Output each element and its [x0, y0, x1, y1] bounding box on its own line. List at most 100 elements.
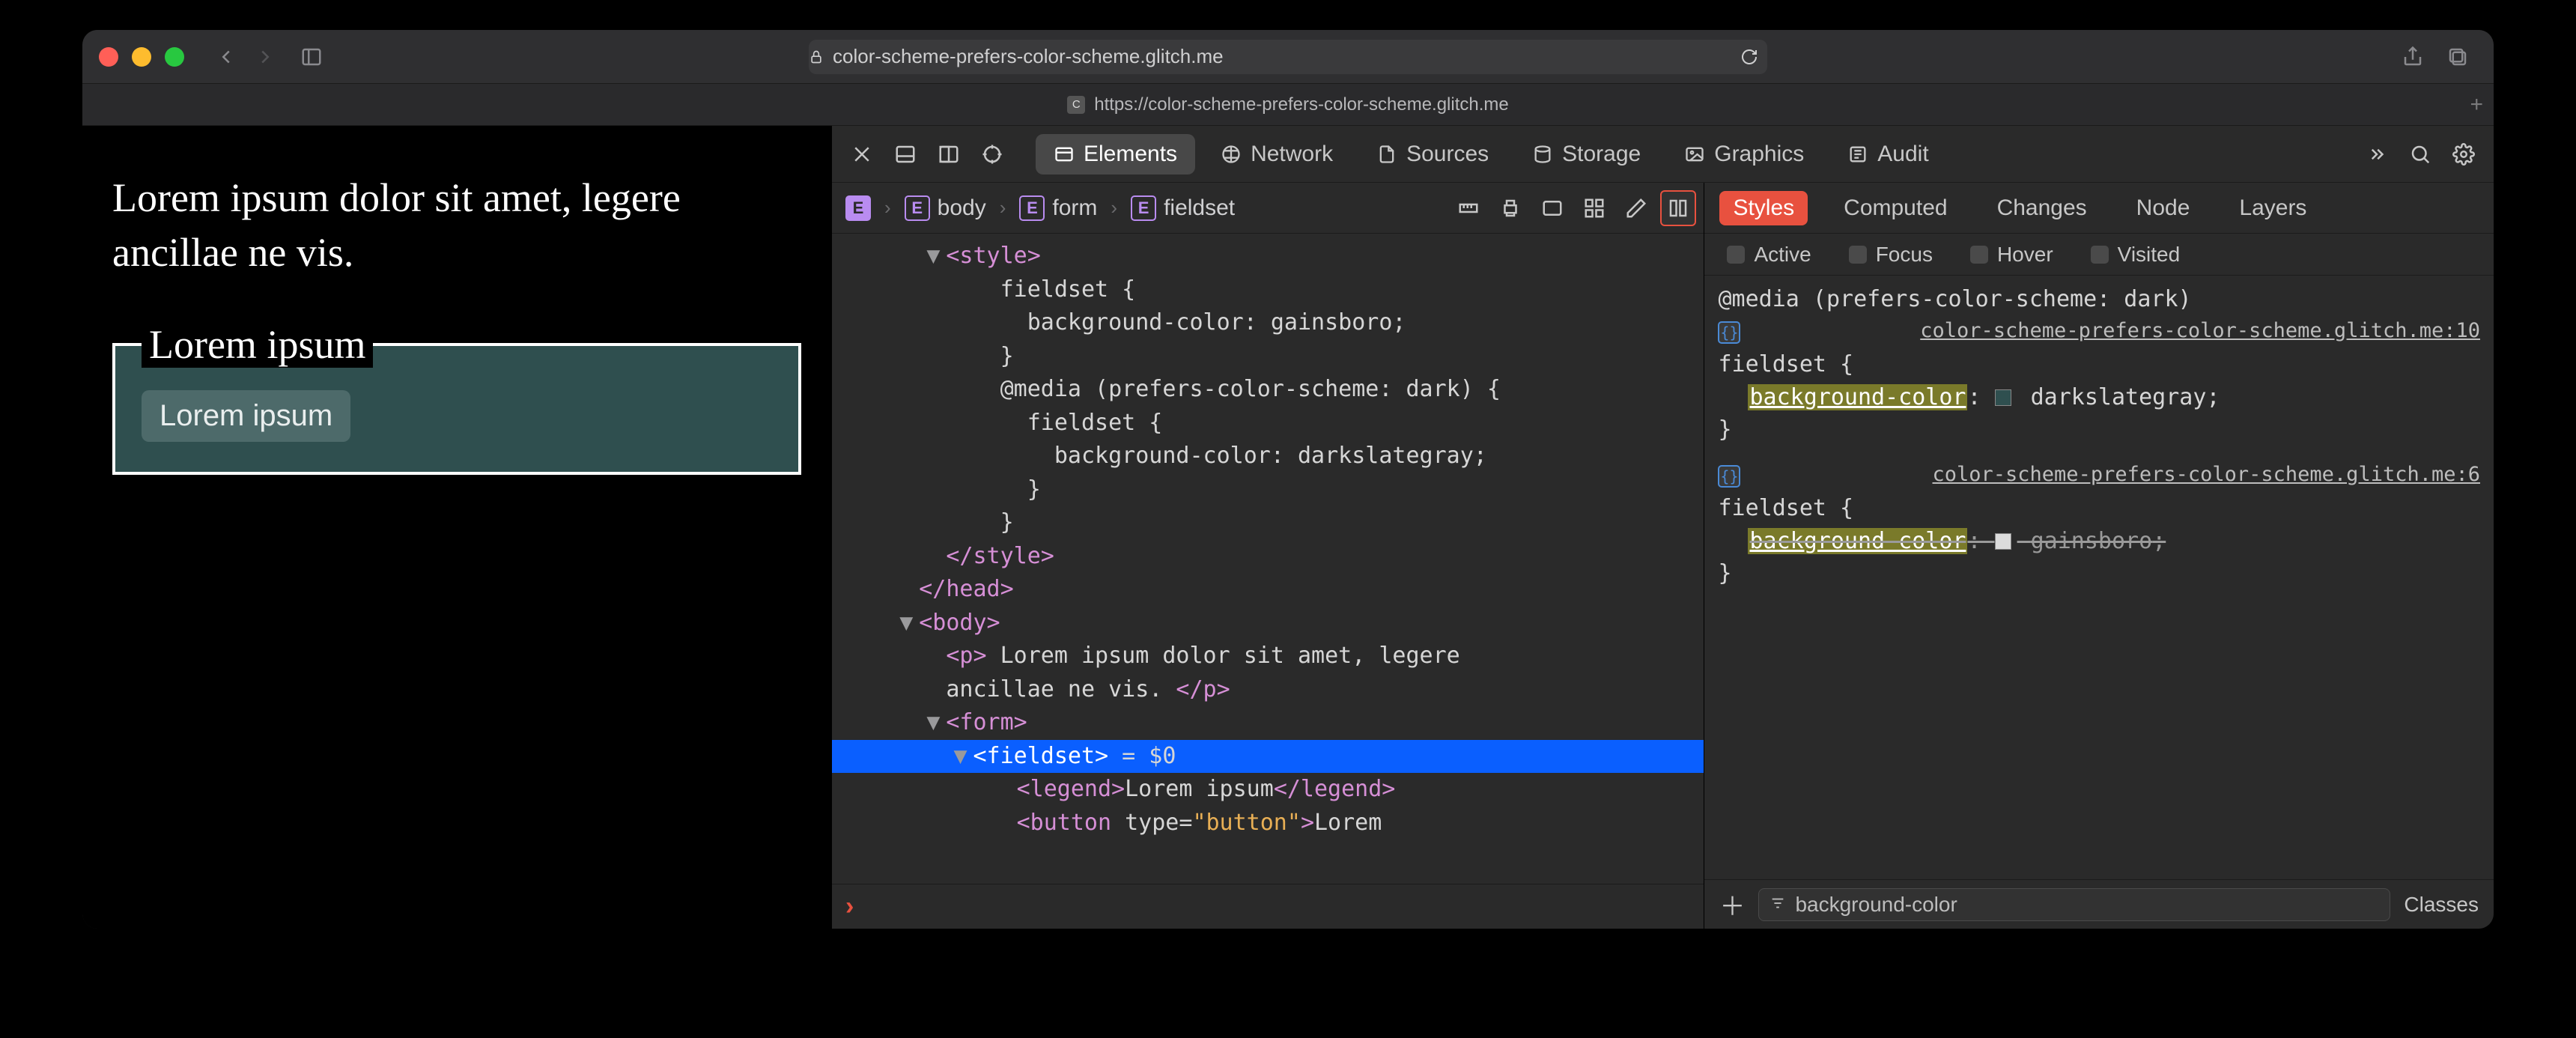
styles-tab-styles[interactable]: Styles [1719, 191, 1808, 225]
css-property-name[interactable]: background-color [1748, 528, 1967, 554]
dom-tree-line[interactable]: </head> [832, 573, 1704, 607]
styles-tab-layers[interactable]: Layers [2226, 191, 2320, 225]
nav-buttons [207, 37, 331, 76]
tab-title[interactable]: https://color-scheme-prefers-color-schem… [1094, 94, 1509, 115]
tab-storage[interactable]: Storage [1514, 134, 1659, 174]
dom-tree-line[interactable]: ▼<fieldset> = $0 [832, 740, 1704, 774]
minimize-window-button[interactable] [132, 47, 151, 67]
url-text: color-scheme-prefers-color-scheme.glitch… [833, 45, 1224, 68]
viewport-button[interactable] [1534, 190, 1570, 226]
tab-strip: C https://color-scheme-prefers-color-sch… [82, 84, 2494, 126]
dom-tree-line[interactable]: <legend>Lorem ipsum</legend> [832, 773, 1704, 807]
new-rule-button[interactable]: ＋ [1719, 886, 1745, 923]
back-button[interactable] [207, 37, 246, 76]
settings-devtools-button[interactable] [2446, 136, 2482, 172]
page-button[interactable]: Lorem ipsum [142, 390, 350, 442]
page-fieldset: Lorem ipsum Lorem ipsum [112, 321, 801, 475]
dom-tree-line[interactable]: fieldset { [832, 407, 1704, 440]
styles-tab-computed[interactable]: Computed [1830, 191, 1960, 225]
rule-source-link[interactable]: color-scheme-prefers-color-scheme.glitch… [1933, 460, 2481, 489]
tab-sources[interactable]: Sources [1358, 134, 1507, 174]
styles-filter-input[interactable]: background-color [1758, 888, 2390, 921]
dom-tree-line[interactable]: } [832, 473, 1704, 507]
dom-tree-line[interactable]: <p> Lorem ipsum dolor sit amet, legere [832, 640, 1704, 673]
dom-tree-line[interactable]: ▼<body> [832, 607, 1704, 640]
rule-icon[interactable]: {} [1718, 321, 1740, 344]
dock-bottom-button[interactable] [887, 136, 923, 172]
forward-button[interactable] [246, 37, 285, 76]
reload-icon[interactable] [1740, 48, 1758, 66]
overflow-tabs-button[interactable] [2359, 136, 2395, 172]
css-property-value[interactable]: darkslategray [2031, 384, 2207, 410]
compositing-borders-button[interactable] [1660, 190, 1696, 226]
console-prompt-icon: › [845, 892, 854, 921]
tab-favicon: C [1067, 96, 1085, 114]
print-styles-button[interactable] [1492, 190, 1528, 226]
pseudo-hover[interactable]: Hover [1970, 243, 2053, 267]
dom-tree-line[interactable]: ▼<form> [832, 706, 1704, 740]
styles-filter-value: background-color [1795, 893, 1957, 917]
dom-breadcrumb-row: E › Ebody › Eform › Efieldset [832, 183, 1704, 234]
graphics-icon [1684, 144, 1705, 165]
storage-icon [1532, 144, 1553, 165]
console-prompt[interactable]: › [832, 884, 1704, 929]
css-property-value[interactable]: gainsboro [2031, 528, 2153, 554]
paint-flash-button[interactable] [1618, 190, 1654, 226]
new-tab-button[interactable]: + [2470, 92, 2483, 118]
rule-icon[interactable]: {} [1718, 465, 1740, 488]
pseudo-focus[interactable]: Focus [1849, 243, 1933, 267]
close-devtools-button[interactable] [844, 136, 880, 172]
share-button[interactable] [2393, 37, 2432, 76]
inspect-element-button[interactable] [974, 136, 1010, 172]
chevron-right-icon: › [1111, 196, 1117, 219]
tab-network[interactable]: Network [1203, 134, 1351, 174]
styles-tab-changes[interactable]: Changes [1984, 191, 2100, 225]
tab-graphics[interactable]: Graphics [1666, 134, 1822, 174]
search-devtools-button[interactable] [2402, 136, 2438, 172]
breadcrumb-body[interactable]: Ebody [899, 192, 992, 224]
devtools: Elements Network Sources Storage Graphic… [831, 126, 2494, 929]
dom-tree-line[interactable]: background-color: gainsboro; [832, 306, 1704, 340]
tab-audit[interactable]: Audit [1829, 134, 1946, 174]
pseudo-visited[interactable]: Visited [2091, 243, 2181, 267]
traffic-lights [99, 47, 184, 67]
lock-icon [809, 49, 824, 64]
devtools-tabbar: Elements Network Sources Storage Graphic… [832, 126, 2494, 183]
color-swatch[interactable] [1995, 389, 2011, 406]
zoom-window-button[interactable] [165, 47, 184, 67]
dom-tree-line[interactable]: <button type="button">Lorem [832, 807, 1704, 840]
sidebar-toggle-button[interactable] [292, 37, 331, 76]
close-window-button[interactable] [99, 47, 118, 67]
dom-tree-line[interactable]: </style> [832, 540, 1704, 574]
dom-tree-line[interactable]: fieldset { [832, 273, 1704, 307]
dom-tree[interactable]: ▼<style> fieldset { background-color: ga… [832, 234, 1704, 884]
dom-tree-line[interactable]: } [832, 340, 1704, 374]
dom-tree-line[interactable]: ancillae ne vis. </p> [832, 673, 1704, 707]
styles-tab-node[interactable]: Node [2123, 191, 2204, 225]
dom-tree-line[interactable]: ▼<style> [832, 240, 1704, 273]
rule-source-link[interactable]: color-scheme-prefers-color-scheme.glitch… [1920, 316, 2480, 345]
dock-side-button[interactable] [931, 136, 967, 172]
grid-overlay-button[interactable] [1576, 190, 1612, 226]
css-rules-list[interactable]: @media (prefers-color-scheme: dark) {} c… [1704, 276, 2494, 879]
tab-network-label: Network [1251, 142, 1333, 167]
tab-sources-label: Sources [1406, 142, 1489, 167]
styles-panel: Styles Computed Changes Node Layers Acti… [1704, 183, 2494, 929]
tab-elements[interactable]: Elements [1036, 134, 1195, 174]
breadcrumb-fieldset[interactable]: Efieldset [1125, 192, 1241, 224]
ruler-tool-button[interactable] [1450, 190, 1486, 226]
css-rule-1: @media (prefers-color-scheme: dark) {} c… [1718, 283, 2480, 446]
color-swatch[interactable] [1995, 533, 2011, 550]
dom-panel: E › Ebody › Eform › Efieldset [832, 183, 1704, 929]
pseudo-active[interactable]: Active [1727, 243, 1811, 267]
dom-tree-line[interactable]: } [832, 506, 1704, 540]
url-bar[interactable]: color-scheme-prefers-color-scheme.glitch… [809, 40, 1767, 74]
dom-tree-line[interactable]: @media (prefers-color-scheme: dark) { [832, 373, 1704, 407]
browser-window: color-scheme-prefers-color-scheme.glitch… [82, 30, 2494, 929]
tabs-overview-button[interactable] [2438, 37, 2477, 76]
css-property-name[interactable]: background-color [1748, 384, 1967, 410]
breadcrumb-form[interactable]: Eform [1013, 192, 1103, 224]
classes-button[interactable]: Classes [2404, 893, 2479, 917]
breadcrumb-root[interactable]: E [839, 192, 877, 224]
dom-tree-line[interactable]: background-color: darkslategray; [832, 440, 1704, 473]
